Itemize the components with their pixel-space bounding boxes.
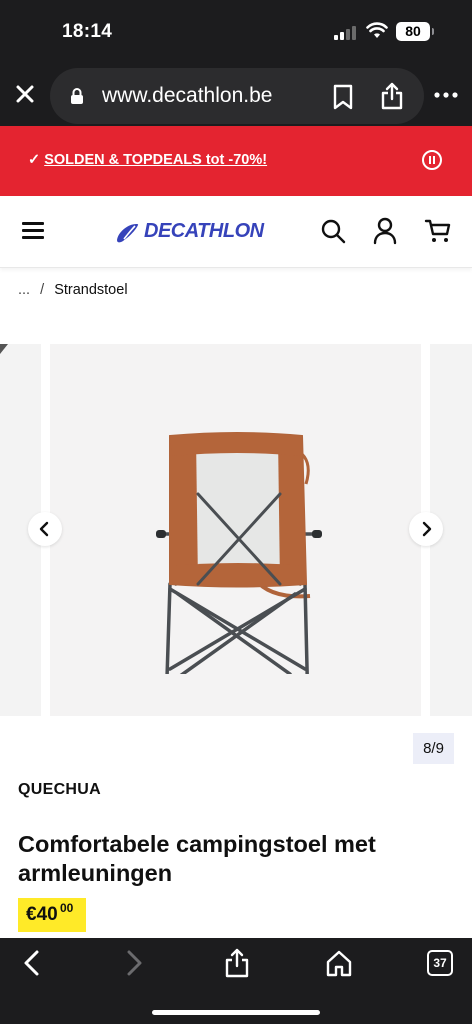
chevron-right-icon [422, 521, 432, 537]
home-indicator [152, 1010, 320, 1015]
carousel-next-button[interactable] [409, 512, 443, 546]
search-icon[interactable] [320, 218, 346, 244]
image-counter: 8/9 [413, 733, 454, 764]
breadcrumb-separator: / [40, 282, 45, 298]
cart-icon[interactable] [424, 218, 452, 244]
status-bar: 18:14 80 [0, 0, 472, 64]
browser-bar: www.decathlon.be [0, 64, 472, 126]
close-icon[interactable] [12, 81, 38, 107]
status-time: 18:14 [62, 21, 113, 42]
browser-toolbar: 37 [0, 938, 472, 1024]
promo-text[interactable]: ✓ SOLDEN & TOPDEALS tot -70%! [28, 152, 267, 168]
home-icon[interactable] [324, 948, 354, 978]
promo-banner[interactable]: ✓ SOLDEN & TOPDEALS tot -70%! [0, 126, 472, 196]
price-main: €40 [26, 904, 58, 925]
account-icon[interactable] [372, 217, 398, 245]
cellular-signal-icon [334, 24, 360, 40]
pause-icon[interactable] [422, 150, 442, 170]
breadcrumb: ... / Strandstoel [18, 282, 128, 298]
product-brand[interactable]: QUECHUA [18, 781, 101, 799]
camping-chair-image [156, 432, 322, 674]
share-icon[interactable] [380, 82, 404, 110]
product-image-carousel[interactable] [0, 344, 472, 716]
price-tag: €40 00 [18, 898, 86, 932]
promo-link[interactable]: SOLDEN & TOPDEALS tot -70%! [44, 152, 267, 168]
address-bar[interactable]: www.decathlon.be [50, 68, 424, 124]
breadcrumb-ellipsis[interactable]: ... [18, 282, 30, 298]
carousel-slide-current[interactable] [50, 344, 421, 716]
product-title: Comfortabele campingstoel met armleuning… [18, 831, 376, 886]
share-icon[interactable] [222, 948, 252, 978]
site-header: DECATHLON [0, 196, 472, 268]
breadcrumb-current[interactable]: Strandstoel [54, 282, 127, 298]
bookmark-icon[interactable] [332, 84, 354, 110]
check-icon: ✓ [28, 152, 41, 168]
wifi-icon [366, 22, 388, 38]
tabs-icon[interactable]: 37 [427, 950, 453, 976]
chevron-left-icon [39, 521, 49, 537]
logo-text: DECATHLON [144, 220, 264, 242]
corner-marker [0, 344, 8, 354]
carousel-prev-button[interactable] [28, 512, 62, 546]
url-text[interactable]: www.decathlon.be [102, 84, 272, 108]
battery-icon: 80 [396, 22, 434, 41]
logo-mark-icon [117, 224, 139, 243]
back-icon[interactable] [18, 948, 48, 978]
forward-icon[interactable] [118, 948, 148, 978]
more-icon[interactable] [434, 92, 458, 98]
lock-icon [71, 88, 83, 104]
menu-icon[interactable] [22, 220, 46, 240]
price-cents: 00 [60, 901, 74, 915]
